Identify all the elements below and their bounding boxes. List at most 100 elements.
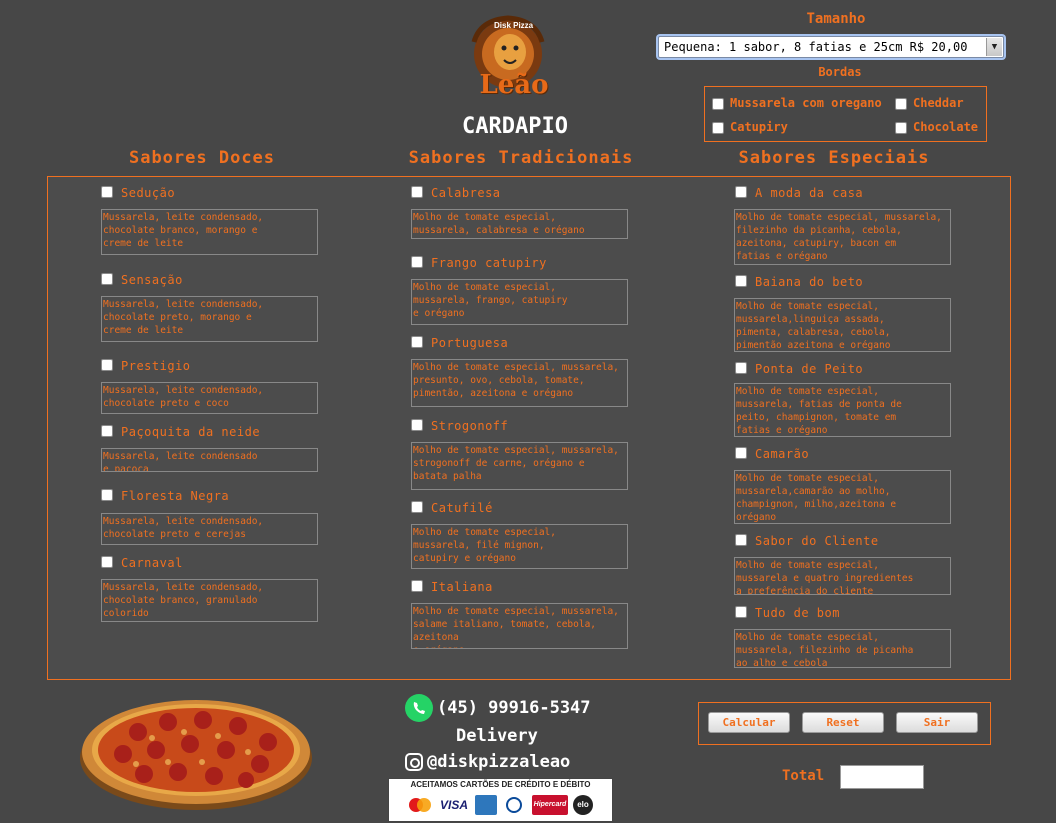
checkbox[interactable] <box>735 534 747 546</box>
chevron-down-icon[interactable]: ▼ <box>986 38 1002 56</box>
flavor-description[interactable]: Molho de tomate especial, mussarela, fil… <box>734 629 951 668</box>
pizza-image <box>78 692 314 812</box>
flavor-label: Paçoquita da neide <box>121 425 261 439</box>
tamanho-select[interactable]: Pequena: 1 sabor, 8 fatias e 25cm R$ 20,… <box>658 36 1004 58</box>
flavor-label: Sedução <box>121 186 176 200</box>
flavor-description[interactable]: Mussarela, leite condensado, chocolate b… <box>101 579 318 622</box>
bordas-label: Bordas <box>818 65 862 79</box>
checkbox[interactable] <box>411 186 423 198</box>
borda-catupiry[interactable]: Catupiry <box>712 120 788 134</box>
checkbox[interactable] <box>895 97 907 110</box>
checkbox[interactable] <box>101 273 113 285</box>
checkbox[interactable] <box>411 501 423 513</box>
flavor-description[interactable]: Molho de tomate especial, mussarela, str… <box>411 442 628 490</box>
sair-button[interactable]: Sair <box>896 712 978 733</box>
flavor-catufile[interactable]: Catufilé <box>411 501 493 515</box>
total-label: Total <box>782 768 825 784</box>
borda-chocolate[interactable]: Chocolate <box>895 120 978 134</box>
amex-icon <box>475 795 497 815</box>
flavor-calabresa[interactable]: Calabresa <box>411 186 501 200</box>
instagram-text: @diskpizzaleao <box>427 752 571 772</box>
flavor-sensacao[interactable]: Sensação <box>101 273 183 287</box>
flavor-description[interactable]: Mussarela, leite condensado, chocolate p… <box>101 382 318 414</box>
instagram-handle[interactable]: @diskpizzaleao <box>405 752 570 772</box>
borda-label: Catupiry <box>730 120 788 134</box>
flavor-description[interactable]: Molho de tomate especial, mussarela, fra… <box>411 279 628 325</box>
flavor-label: Carnaval <box>121 556 183 570</box>
borda-cheddar[interactable]: Cheddar <box>895 96 964 110</box>
sabores-doces-title: Sabores Doces <box>128 148 276 168</box>
total-field[interactable] <box>840 765 924 789</box>
checkbox[interactable] <box>411 336 423 348</box>
checkbox[interactable] <box>735 186 747 198</box>
checkbox[interactable] <box>101 556 113 568</box>
flavor-description[interactable]: Mussarela, leite condensado e paçoca <box>101 448 318 472</box>
bordas-group: Mussarela com oregano Cheddar Catupiry C… <box>704 86 987 142</box>
checkbox[interactable] <box>735 447 747 459</box>
visa-icon: VISA <box>439 798 468 812</box>
flavor-seducao[interactable]: Sedução <box>101 186 175 200</box>
flavor-description[interactable]: Molho de tomate especial, mussarela,ling… <box>734 298 951 352</box>
checkbox[interactable] <box>735 362 747 374</box>
flavor-camarao[interactable]: Camarão <box>735 447 809 461</box>
flavor-label: Calabresa <box>431 186 501 200</box>
flavor-portuguesa[interactable]: Portuguesa <box>411 336 508 350</box>
tamanho-label: Tamanho <box>806 11 866 27</box>
checkbox[interactable] <box>735 275 747 287</box>
checkbox[interactable] <box>411 580 423 592</box>
flavor-description[interactable]: Molho de tomate especial, mussarela, cal… <box>411 209 628 239</box>
flavor-description[interactable]: Molho de tomate especial, mussarela, fil… <box>734 209 951 265</box>
flavor-carnaval[interactable]: Carnaval <box>101 556 183 570</box>
flavor-frango-catupiry[interactable]: Frango catupiry <box>411 256 547 270</box>
calcular-button[interactable]: Calcular <box>708 712 790 733</box>
checkbox[interactable] <box>712 121 724 134</box>
checkbox[interactable] <box>712 97 724 110</box>
flavor-description[interactable]: Molho de tomate especial, mussarela, pre… <box>411 359 628 407</box>
flavor-sabor-do-cliente[interactable]: Sabor do Cliente <box>735 534 879 548</box>
flavor-description[interactable]: Mussarela, leite condensado, chocolate p… <box>101 296 318 342</box>
mastercard-icon <box>407 795 433 815</box>
flavor-label: Frango catupiry <box>431 256 547 270</box>
checkbox[interactable] <box>101 359 113 371</box>
menu-panel: Sedução Mussarela, leite condensado, cho… <box>47 176 1011 680</box>
checkbox[interactable] <box>895 121 907 134</box>
flavor-description[interactable]: Molho de tomate especial, mussarela, sal… <box>411 603 628 649</box>
flavor-description[interactable]: Molho de tomate especial, mussarela e qu… <box>734 557 951 595</box>
flavor-baiana-do-beto[interactable]: Baiana do beto <box>735 275 863 289</box>
flavor-description[interactable]: Mussarela, leite condensado, chocolate b… <box>101 209 318 255</box>
flavor-pacoquita[interactable]: Paçoquita da neide <box>101 425 260 439</box>
instagram-icon <box>405 753 423 771</box>
flavor-label: Floresta Negra <box>121 489 230 503</box>
checkbox[interactable] <box>101 425 113 437</box>
flavor-tudo-de-bom[interactable]: Tudo de bom <box>735 606 840 620</box>
flavor-prestigio[interactable]: Prestigio <box>101 359 191 373</box>
tamanho-selected-value: Pequena: 1 sabor, 8 fatias e 25cm R$ 20,… <box>664 40 968 54</box>
borda-mussarela[interactable]: Mussarela com oregano <box>712 96 882 110</box>
flavor-strogonoff[interactable]: Strogonoff <box>411 419 508 433</box>
flavor-label: Portuguesa <box>431 336 509 350</box>
flavor-floresta-negra[interactable]: Floresta Negra <box>101 489 229 503</box>
checkbox[interactable] <box>101 489 113 501</box>
logo-top-text: Disk Pizza <box>494 21 534 30</box>
reset-button[interactable]: Reset <box>802 712 884 733</box>
delivery-label: Delivery <box>456 726 538 746</box>
checkbox[interactable] <box>735 606 747 618</box>
flavor-description[interactable]: Mussarela, leite condensado, chocolate p… <box>101 513 318 545</box>
flavor-a-moda-da-casa[interactable]: A moda da casa <box>735 186 863 200</box>
flavor-ponta-de-peito[interactable]: Ponta de Peito <box>735 362 863 376</box>
checkbox[interactable] <box>411 419 423 431</box>
flavor-description[interactable]: Molho de tomate especial, mussarela,cama… <box>734 470 951 524</box>
phone-number[interactable]: (45) 99916-5347 <box>405 694 591 722</box>
flavor-label: Baiana do beto <box>755 275 864 289</box>
flavor-italiana[interactable]: Italiana <box>411 580 493 594</box>
checkbox[interactable] <box>411 256 423 268</box>
payment-cards-banner: ACEITAMOS CARTÕES DE CRÉDITO E DÉBITO VI… <box>388 778 613 822</box>
flavor-description[interactable]: Molho de tomate especial, mussarela, fat… <box>734 383 951 437</box>
flavor-description[interactable]: Molho de tomate especial, mussarela, fil… <box>411 524 628 569</box>
hipercard-icon: Hipercard <box>532 795 568 815</box>
actions-group: Calcular Reset Sair <box>698 702 991 745</box>
page-title: CARDAPIO <box>462 114 568 139</box>
flavor-label: Strogonoff <box>431 419 509 433</box>
checkbox[interactable] <box>101 186 113 198</box>
elo-icon: elo <box>573 795 593 815</box>
